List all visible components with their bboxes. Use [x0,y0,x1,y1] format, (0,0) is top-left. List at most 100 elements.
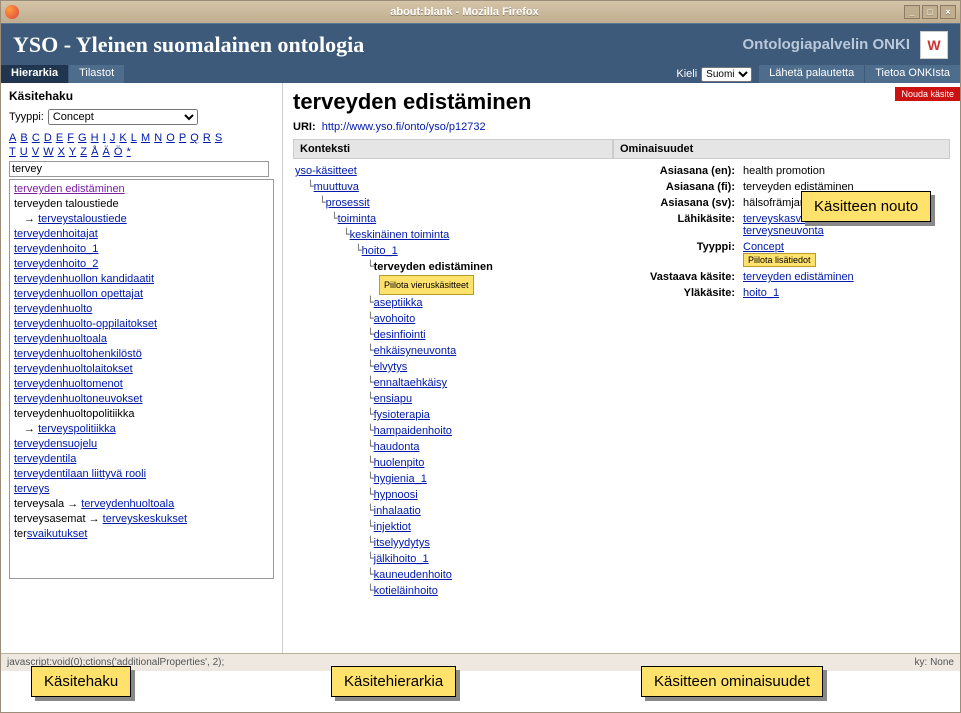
tree-link[interactable]: kauneudenhoito [374,569,452,581]
result-link[interactable]: terveydenhuoltolaitokset [14,363,133,375]
alpha-W[interactable]: W [43,146,53,158]
hide-extra-button[interactable]: Piilota lisätiedot [743,253,816,267]
hide-siblings-button[interactable]: Piilota vieruskäsitteet [379,275,474,295]
alpha-E[interactable]: E [56,132,63,144]
concept-title: terveyden edistäminen [293,89,950,115]
tree-link[interactable]: toiminta [338,213,377,225]
tree-link[interactable]: fysioterapia [374,409,430,421]
result-link[interactable]: terveydenhoito_1 [14,243,98,255]
alpha-U[interactable]: U [20,146,28,158]
alpha-A[interactable]: A [9,132,16,144]
alpha-J[interactable]: J [110,132,116,144]
tree-link[interactable]: ehkäisyneuvonta [374,345,457,357]
prop-link[interactable]: terveysneuvonta [743,225,824,237]
alpha-Y[interactable]: Y [69,146,76,158]
tree-link[interactable]: avohoito [374,313,416,325]
tree-link[interactable]: hampaidenhoito [374,425,452,437]
tree-link[interactable]: ensiapu [374,393,413,405]
alpha-L[interactable]: L [131,132,137,144]
result-link[interactable]: terveydentila [14,453,76,465]
tree-link[interactable]: itselyydytys [374,537,430,549]
alpha-I[interactable]: I [103,132,106,144]
result-link[interactable]: terveydenhoitajat [14,228,98,240]
result-link[interactable]: terveydenhuoltohenkilöstö [14,348,142,360]
result-link[interactable]: terveydenhuoltoala [81,498,174,510]
type-select[interactable]: Concept [48,109,198,125]
result-link[interactable]: terveyden edistäminen [14,183,125,195]
tab-hierarkia[interactable]: Hierarkia [1,65,69,83]
result-link[interactable]: terveydenhuoltoneuvokset [14,393,142,405]
tree-link[interactable]: prosessit [326,197,370,209]
tree-link[interactable]: hypnoosi [374,489,418,501]
alpha-K[interactable]: K [119,132,126,144]
result-link[interactable]: terveyspolitiikka [38,423,116,435]
result-link[interactable]: terveydenhuoltoala [14,333,107,345]
prop-link[interactable]: hoito_1 [743,287,779,299]
alpha-B[interactable]: B [20,132,27,144]
search-results[interactable]: terveyden edistäminenterveyden taloustie… [9,179,274,579]
result-link[interactable]: terveys [14,483,49,495]
alpha-Ö[interactable]: Ö [114,146,123,158]
fetch-concept-button[interactable]: Nouda käsite [895,87,960,101]
minimize-button[interactable]: _ [904,5,920,19]
alpha-R[interactable]: R [203,132,211,144]
alpha-*[interactable]: * [127,146,131,158]
result-link[interactable]: svaikutukset [27,528,88,540]
tree-link[interactable]: elvytys [374,361,408,373]
nav-feedback[interactable]: Lähetä palautetta [758,65,864,83]
result-link[interactable]: terveydenhuollon kandidaatit [14,273,154,285]
alpha-C[interactable]: C [32,132,40,144]
result-link[interactable]: terveydentilaan liittyvä rooli [14,468,146,480]
result-link[interactable]: terveydenhoito_2 [14,258,98,270]
close-button[interactable]: × [940,5,956,19]
prop-link[interactable]: Concept [743,241,784,253]
result-link[interactable]: terveyskeskukset [103,513,187,525]
alpha-V[interactable]: V [32,146,39,158]
tree-link[interactable]: hygienia_1 [374,473,427,485]
alpha-Z[interactable]: Z [80,146,87,158]
tree-link[interactable]: hoito_1 [362,245,398,257]
tree-link[interactable]: huolenpito [374,457,425,469]
maximize-button[interactable]: □ [922,5,938,19]
tree-link[interactable]: kotieläinhoito [374,585,438,597]
result-link[interactable]: terveydenhuolto-oppilaitokset [14,318,157,330]
tree-link[interactable]: aseptiikka [374,297,423,309]
alpha-Q[interactable]: Q [190,132,199,144]
alpha-H[interactable]: H [91,132,99,144]
alpha-Ä[interactable]: Ä [102,146,109,158]
properties-table: Asiasana (en):health promotionAsiasana (… [613,163,950,301]
result-link[interactable]: terveydensuojelu [14,438,97,450]
tab-tilastot[interactable]: Tilastot [69,65,125,83]
tree-link[interactable]: desinfiointi [374,329,426,341]
alpha-D[interactable]: D [44,132,52,144]
tree-link[interactable]: haudonta [374,441,420,453]
tree-link[interactable]: injektiot [374,521,411,533]
language-select[interactable]: Suomi [701,67,752,82]
tree-link[interactable]: ennaltaehkäisy [374,377,447,389]
alpha-F[interactable]: F [67,132,74,144]
result-link[interactable]: terveydenhuoltomenot [14,378,123,390]
tree-link[interactable]: inhalaatio [374,505,421,517]
alpha-T[interactable]: T [9,146,16,158]
alpha-M[interactable]: M [141,132,150,144]
callout-search: Käsitehaku [31,666,131,697]
result-link[interactable]: terveydenhuollon opettajat [14,288,143,300]
alpha-O[interactable]: O [166,132,175,144]
alpha-S[interactable]: S [215,132,222,144]
tree-link[interactable]: muuttuva [314,181,359,193]
alpha-N[interactable]: N [154,132,162,144]
search-input[interactable] [9,161,269,177]
alpha-G[interactable]: G [78,132,87,144]
prop-link[interactable]: terveyden edistäminen [743,271,854,283]
nav-about[interactable]: Tietoa ONKIsta [864,65,960,83]
alpha-P[interactable]: P [179,132,186,144]
prop-label: Asiasana (en): [613,165,743,177]
result-link[interactable]: terveystaloustiede [38,213,127,225]
alpha-X[interactable]: X [58,146,65,158]
tree-link[interactable]: yso-käsitteet [295,165,357,177]
tree-link[interactable]: keskinäinen toiminta [350,229,450,241]
uri-link[interactable]: http://www.yso.fi/onto/yso/p12732 [322,121,486,133]
alpha-Å[interactable]: Å [91,146,98,158]
tree-link[interactable]: jälkihoito_1 [374,553,429,565]
result-link[interactable]: terveydenhuolto [14,303,92,315]
